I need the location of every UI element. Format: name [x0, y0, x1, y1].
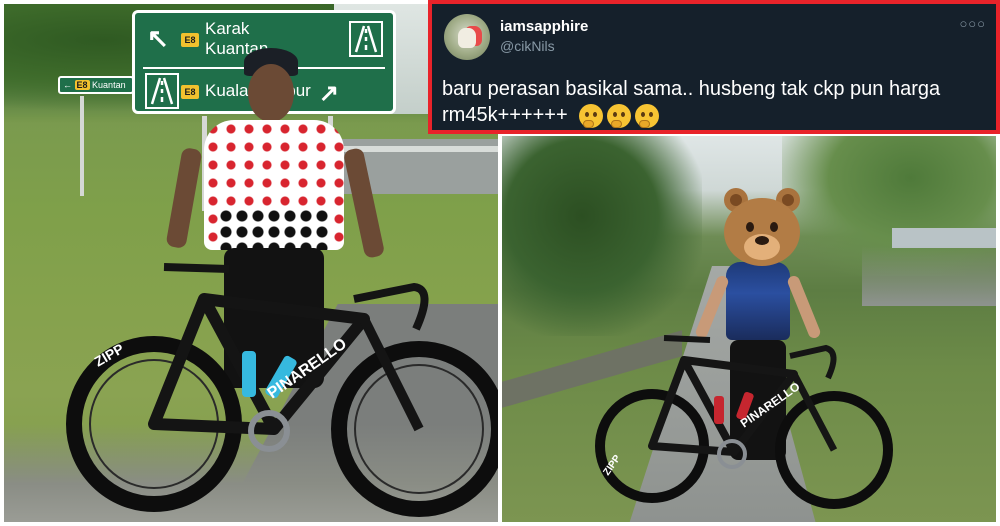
water-bottle [242, 351, 256, 397]
right-arm [342, 147, 386, 259]
small-direction-sign: ← E8 Kuantan [58, 76, 134, 94]
arrow-up-left-icon: ↖ [147, 23, 169, 53]
route-badge: E8 [74, 80, 90, 90]
bike-frame [148, 293, 370, 435]
tweet-body: baru perasan basikal sama.. husbeng tak … [442, 78, 941, 126]
thinking-face-icon [607, 103, 632, 128]
tweet-card: iamsapphire @cikNils ○○○ baru perasan ba… [428, 0, 1000, 134]
jersey-bottom [218, 208, 330, 250]
route-badge: E8 [181, 33, 199, 47]
emoji-group [579, 103, 660, 128]
left-arm [165, 147, 203, 249]
road-bike: PINARELLO ZIPP [595, 335, 893, 509]
saddle [663, 335, 711, 343]
more-options-icon[interactable]: ○○○ [959, 16, 986, 31]
background-trees [502, 136, 702, 336]
tweet-text: baru perasan basikal sama.. husbeng tak … [442, 76, 994, 128]
expressway-icon [145, 73, 179, 109]
user-handle[interactable]: @cikNils [500, 38, 555, 54]
arrow-left-icon: ← [63, 80, 72, 90]
road-bike: PINARELLO ZIPP [66, 263, 498, 517]
thinking-face-icon [579, 103, 604, 128]
avatar[interactable] [444, 14, 490, 60]
bear-face-icon [720, 188, 804, 268]
thinking-face-icon [635, 103, 660, 128]
left-photo: ↖ E8 Karak Kuantan E8 Kuala Lumpur ↗ ← E… [4, 4, 498, 522]
saddle [163, 263, 230, 273]
water-bottle [714, 396, 724, 424]
small-sign-post [80, 96, 84, 196]
display-name[interactable]: iamsapphire [500, 18, 588, 35]
cyclist-head [248, 64, 294, 122]
small-sign-place: Kuantan [92, 80, 126, 90]
right-photo: PINARELLO ZIPP [502, 136, 996, 522]
bike-rack-area [862, 246, 996, 306]
background-building [892, 228, 996, 248]
sign-place-karak: Karak [205, 19, 250, 38]
